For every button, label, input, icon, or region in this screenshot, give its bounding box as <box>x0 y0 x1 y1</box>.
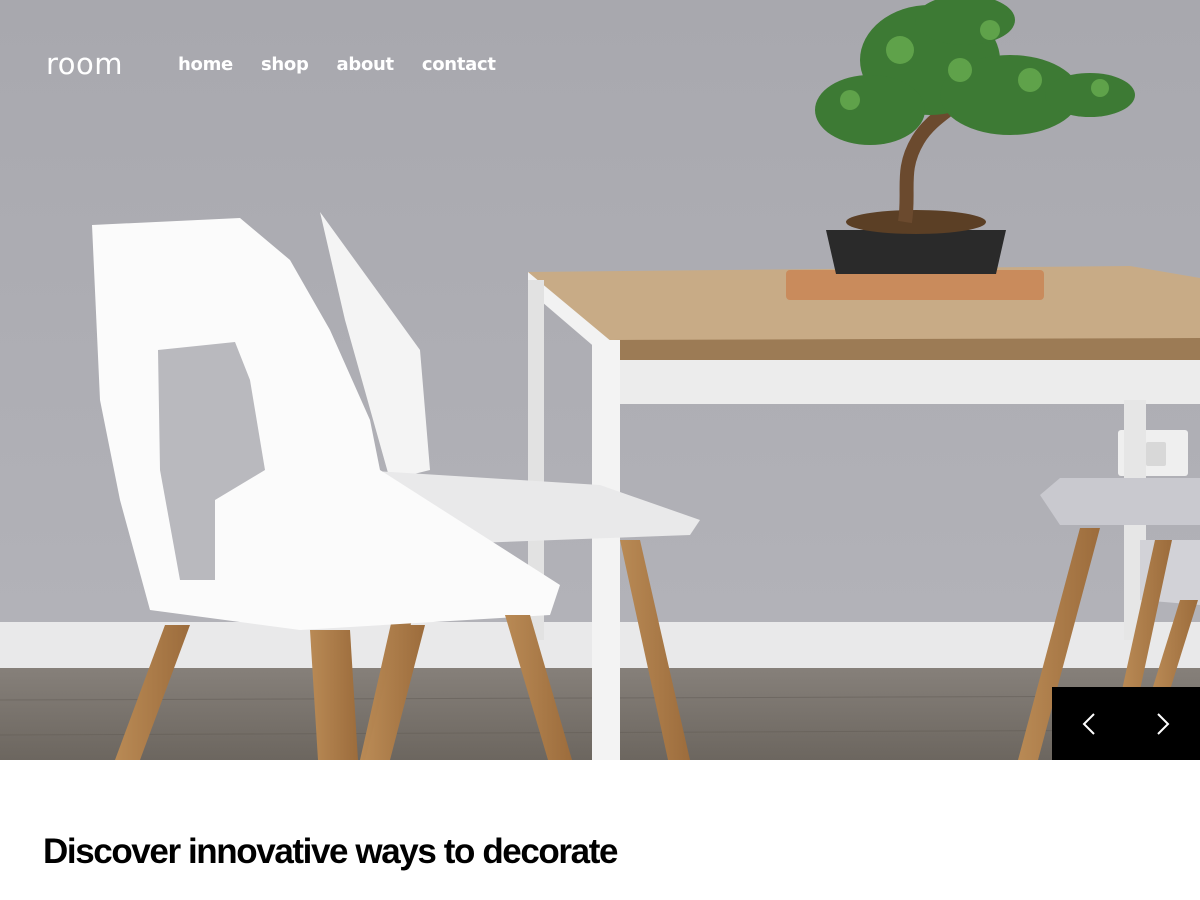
next-slide-button[interactable] <box>1126 687 1200 760</box>
main-nav: home shop about contact <box>178 52 496 78</box>
chevron-left-icon <box>1082 712 1095 735</box>
slider-controls <box>1052 687 1200 760</box>
hero-image <box>0 0 1200 760</box>
previous-slide-button[interactable] <box>1052 687 1126 760</box>
nav-shop[interactable]: shop <box>261 52 309 78</box>
nav-home[interactable]: home <box>178 52 233 78</box>
page-headline: Discover innovative ways to decorate <box>43 832 618 871</box>
hero-section: room home shop about contact <box>0 0 1200 760</box>
nav-contact[interactable]: contact <box>422 52 496 78</box>
logo[interactable]: room <box>46 46 123 82</box>
content-section: Discover innovative ways to decorate <box>0 760 1200 900</box>
chevron-right-icon <box>1157 712 1170 735</box>
nav-about[interactable]: about <box>337 52 395 78</box>
